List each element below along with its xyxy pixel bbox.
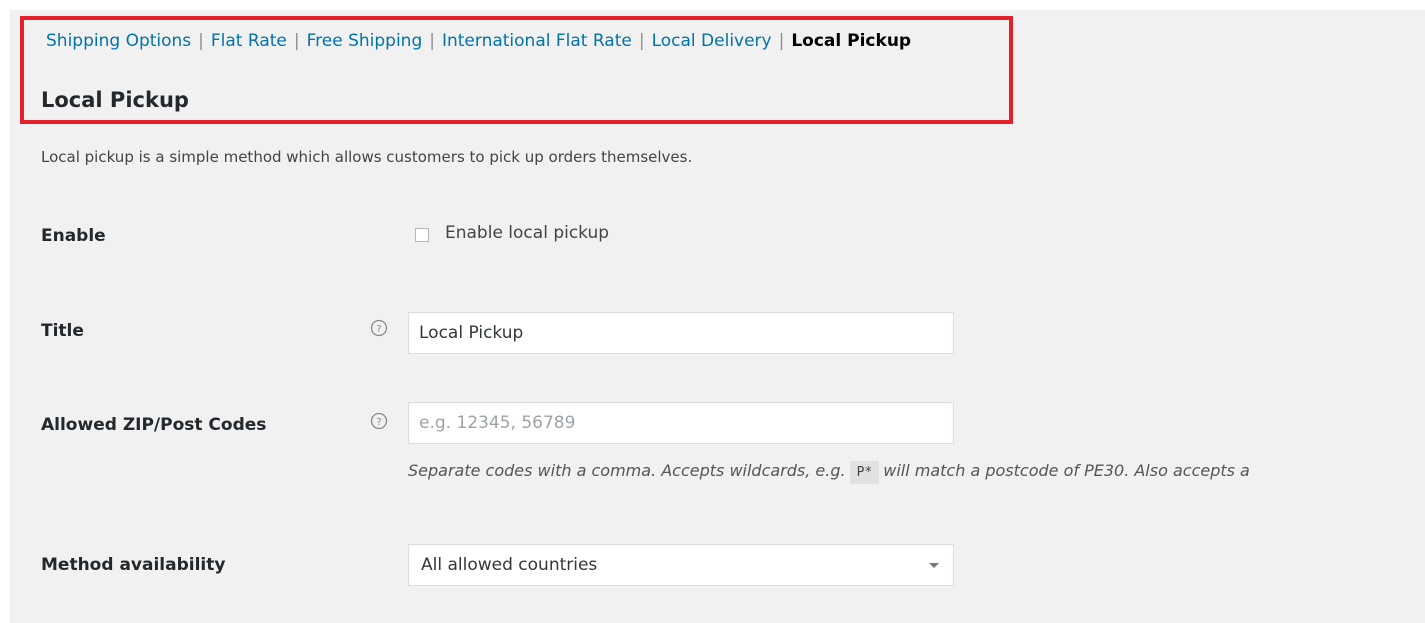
zip-field-description: Separate codes with a comma. Accepts wil… (408, 457, 1250, 487)
subnav-separator: | (198, 31, 204, 51)
section-description: Local pickup is a simple method which al… (41, 148, 693, 166)
svg-text:?: ? (376, 417, 381, 428)
subnav-item-shipping-options[interactable]: Shipping Options (46, 31, 191, 51)
zip-desc-text-before: Separate codes with a comma. Accepts wil… (408, 461, 846, 480)
title-input[interactable] (408, 312, 954, 354)
zip-desc-text-after: will match a postcode of PE30. Also acce… (883, 461, 1250, 480)
shipping-settings-page: Shipping Options | Flat Rate | Free Shipping… (10, 10, 1425, 623)
subnav-separator: | (293, 31, 300, 51)
section-title: Local Pickup (41, 88, 189, 112)
help-icon[interactable]: ? (370, 319, 388, 337)
enable-local-pickup-checkbox[interactable] (415, 228, 429, 242)
subnav-separator: | (429, 31, 435, 51)
wildcard-code-example: P* (849, 461, 880, 484)
method-availability-selected: All allowed countries (421, 555, 598, 575)
subnav-separator: | (778, 31, 785, 51)
method-availability-label: Method availability (41, 555, 226, 575)
allowed-zip-input[interactable] (408, 402, 954, 444)
shipping-subnav: Shipping Options | Flat Rate | Free Shipping… (46, 29, 911, 53)
subnav-item-international-flat-rate[interactable]: International Flat Rate (442, 31, 632, 51)
subnav-separator: | (638, 31, 645, 51)
method-availability-select[interactable]: All allowed countries (408, 544, 954, 586)
subnav-item-local-pickup: Local Pickup (791, 31, 912, 51)
enable-label: Enable (41, 226, 106, 246)
subnav-item-free-shipping[interactable]: Free Shipping (307, 31, 423, 51)
title-label: Title (41, 321, 84, 341)
subnav-item-local-delivery[interactable]: Local Delivery (652, 31, 772, 51)
allowed-zip-label: Allowed ZIP/Post Codes (41, 415, 267, 435)
subnav-item-flat-rate[interactable]: Flat Rate (211, 31, 287, 51)
svg-text:?: ? (376, 324, 381, 335)
enable-local-pickup-label[interactable]: Enable local pickup (445, 223, 609, 243)
help-icon[interactable]: ? (370, 412, 388, 430)
caret-down-icon (929, 563, 939, 568)
